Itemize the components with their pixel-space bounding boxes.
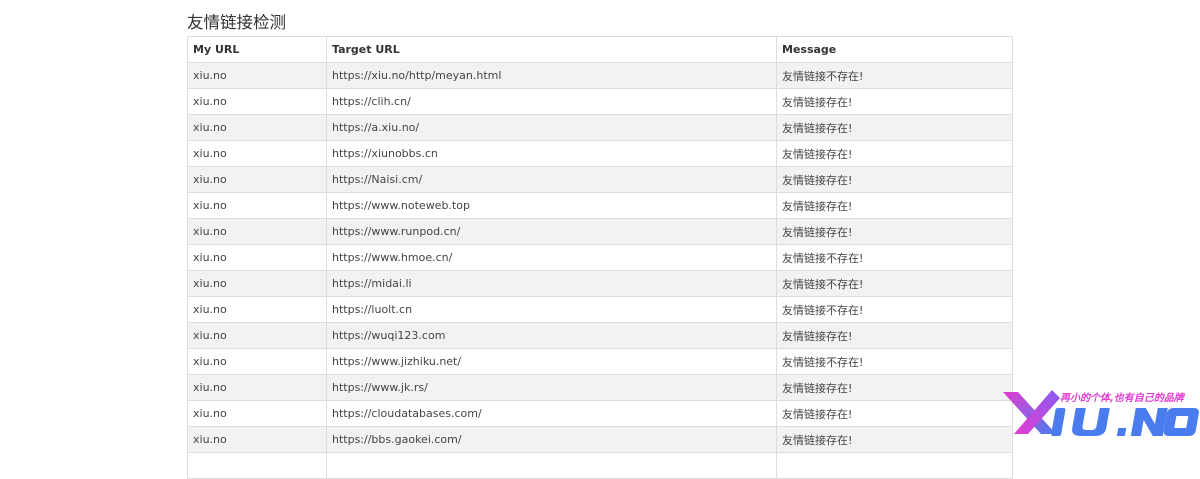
cell-target-url: https://xiunobbs.cn: [326, 140, 777, 167]
cell-target-url: [326, 452, 777, 479]
table-row: xiu.no https://Naisi.cm/友情链接存在!: [187, 166, 1013, 193]
cell-target-url: https://www.jizhiku.net/: [326, 348, 777, 375]
xiu-no-watermark-logo: 再小的个体,也有自己的品牌: [998, 384, 1200, 458]
cell-my-url: xiu.no: [187, 374, 327, 401]
table-row: xiu.no https://xiunobbs.cn 友情链接存在!: [187, 140, 1013, 167]
cell-message: 友情链接存在!: [776, 218, 1013, 245]
cell-message: 友情链接存在!: [776, 166, 1013, 193]
link-check-table: My URL Target URL Message xiu.no https://…: [187, 36, 1013, 479]
cell-message: 友情链接存在!: [776, 140, 1013, 167]
table-row: xiu.no https://midai.li 友情链接不存在!: [187, 270, 1013, 297]
cell-message: 友情链接存在!: [776, 426, 1013, 453]
cell-my-url: xiu.no: [187, 166, 327, 193]
cell-target-url: https://luolt.cn: [326, 296, 777, 323]
cell-target-url: https://bbs.gaokei.com/: [326, 426, 777, 453]
cell-target-url: https://Naisi.cm/: [326, 166, 777, 193]
cell-target-url: https://www.jk.rs/: [326, 374, 777, 401]
table-row: xiu.no https://www.noteweb.top 友情链接存在!: [187, 192, 1013, 219]
cell-my-url: xiu.no: [187, 218, 327, 245]
cell-message: 友情链接存在!: [776, 374, 1013, 401]
cell-my-url: xiu.no: [187, 140, 327, 167]
cell-target-url: https://xiu.no/http/meyan.html: [326, 62, 777, 89]
cell-message: 友情链接不存在!: [776, 244, 1013, 271]
cell-my-url: xiu.no: [187, 244, 327, 271]
cell-message: 友情链接不存在!: [776, 270, 1013, 297]
cell-message: 友情链接存在!: [776, 322, 1013, 349]
table-row: xiu.no https://www.jizhiku.net/友情链接不存在!: [187, 348, 1013, 375]
cell-message: [776, 452, 1013, 479]
cell-my-url: xiu.no: [187, 114, 327, 141]
table-row: xiu.no https://xiu.no/http/meyan.html 友情链接…: [187, 62, 1013, 89]
table-row: xiu.no https://wuqi123.com 友情链接存在!: [187, 322, 1013, 349]
cell-target-url: https://clih.cn/: [326, 88, 777, 115]
cell-target-url: https://midai.li: [326, 270, 777, 297]
cell-my-url: [187, 452, 327, 479]
column-header-my-url: My URL: [187, 36, 327, 63]
page-title: 友情链接检测: [187, 13, 286, 32]
cell-message: 友情链接不存在!: [776, 296, 1013, 323]
table-row: xiu.no https://www.runpod.cn/友情链接存在!: [187, 218, 1013, 245]
table-row: xiu.no https://cloudatabases.com/友情链接存在!: [187, 400, 1013, 427]
table-row: [187, 452, 1013, 479]
cell-my-url: xiu.no: [187, 426, 327, 453]
cell-target-url: https://cloudatabases.com/: [326, 400, 777, 427]
cell-message: 友情链接存在!: [776, 88, 1013, 115]
cell-message: 友情链接不存在!: [776, 62, 1013, 89]
table-row: xiu.no https://a.xiu.no/友情链接存在!: [187, 114, 1013, 141]
table-row: xiu.no https://luolt.cn 友情链接不存在!: [187, 296, 1013, 323]
cell-my-url: xiu.no: [187, 62, 327, 89]
cell-message: 友情链接存在!: [776, 192, 1013, 219]
table-row: xiu.no https://bbs.gaokei.com/友情链接存在!: [187, 426, 1013, 453]
watermark-slogan: 再小的个体,也有自己的品牌: [1060, 393, 1184, 404]
cell-my-url: xiu.no: [187, 192, 327, 219]
cell-message: 友情链接存在!: [776, 400, 1013, 427]
cell-target-url: https://www.hmoe.cn/: [326, 244, 777, 271]
table-row: xiu.no https://www.hmoe.cn/友情链接不存在!: [187, 244, 1013, 271]
cell-my-url: xiu.no: [187, 88, 327, 115]
cell-target-url: https://www.noteweb.top: [326, 192, 777, 219]
cell-my-url: xiu.no: [187, 322, 327, 349]
table-row: xiu.no https://clih.cn/友情链接存在!: [187, 88, 1013, 115]
column-header-message: Message: [776, 36, 1013, 63]
table-header-row: My URL Target URL Message: [187, 36, 1013, 63]
table-row: xiu.no https://www.jk.rs/友情链接存在!: [187, 374, 1013, 401]
cell-target-url: https://www.runpod.cn/: [326, 218, 777, 245]
cell-target-url: https://a.xiu.no/: [326, 114, 777, 141]
cell-target-url: https://wuqi123.com: [326, 322, 777, 349]
cell-message: 友情链接存在!: [776, 114, 1013, 141]
cell-my-url: xiu.no: [187, 270, 327, 297]
cell-message: 友情链接不存在!: [776, 348, 1013, 375]
column-header-target-url: Target URL: [326, 36, 777, 63]
cell-my-url: xiu.no: [187, 296, 327, 323]
cell-my-url: xiu.no: [187, 348, 327, 375]
cell-my-url: xiu.no: [187, 400, 327, 427]
